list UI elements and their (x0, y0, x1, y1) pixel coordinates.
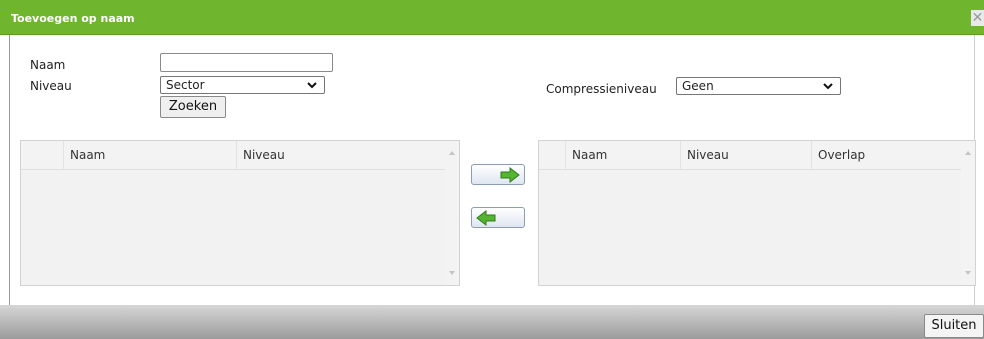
source-column-level[interactable]: Niveau (236, 141, 446, 170)
close-icon[interactable]: ✕ (971, 10, 984, 26)
target-column-overlap[interactable]: Overlap (811, 141, 961, 170)
source-grid: Naam Niveau (20, 140, 460, 286)
scroll-down-icon[interactable] (448, 269, 456, 277)
scroll-up-icon[interactable] (448, 149, 456, 157)
source-grid-header: Naam Niveau (21, 141, 459, 170)
name-input[interactable] (160, 53, 333, 72)
target-grid-header: Naam Niveau Overlap (539, 141, 975, 170)
level-select[interactable]: Sector (160, 76, 325, 94)
compression-select-value: Geen (682, 79, 714, 93)
target-column-name[interactable]: Naam (565, 141, 680, 170)
search-button[interactable]: Zoeken (160, 96, 226, 118)
dialog-footer: Sluiten (0, 305, 984, 339)
compression-label: Compressieniveau (546, 82, 657, 96)
source-column-name[interactable]: Naam (63, 141, 236, 170)
target-grid: Naam Niveau Overlap (538, 140, 976, 286)
name-label: Naam (30, 58, 66, 72)
remove-button[interactable] (471, 207, 525, 228)
close-button[interactable]: Sluiten (924, 314, 984, 338)
dialog-frame-left (0, 35, 10, 305)
chevron-down-icon (307, 82, 317, 89)
scroll-up-icon[interactable] (964, 149, 972, 157)
chevron-down-icon (823, 83, 833, 90)
dialog-titlebar: Toevoegen op naam ✕ (0, 0, 984, 35)
compression-select[interactable]: Geen (676, 77, 841, 95)
source-grid-scrollbar[interactable] (445, 141, 459, 285)
arrow-right-icon (500, 167, 520, 183)
target-grid-scrollbar[interactable] (961, 141, 975, 285)
add-button[interactable] (471, 164, 525, 185)
level-label: Niveau (30, 79, 72, 93)
target-column-level[interactable]: Niveau (680, 141, 811, 170)
scroll-down-icon[interactable] (964, 269, 972, 277)
dialog-title: Toevoegen op naam (11, 12, 135, 25)
arrow-left-icon (476, 210, 496, 226)
level-select-value: Sector (166, 78, 205, 92)
